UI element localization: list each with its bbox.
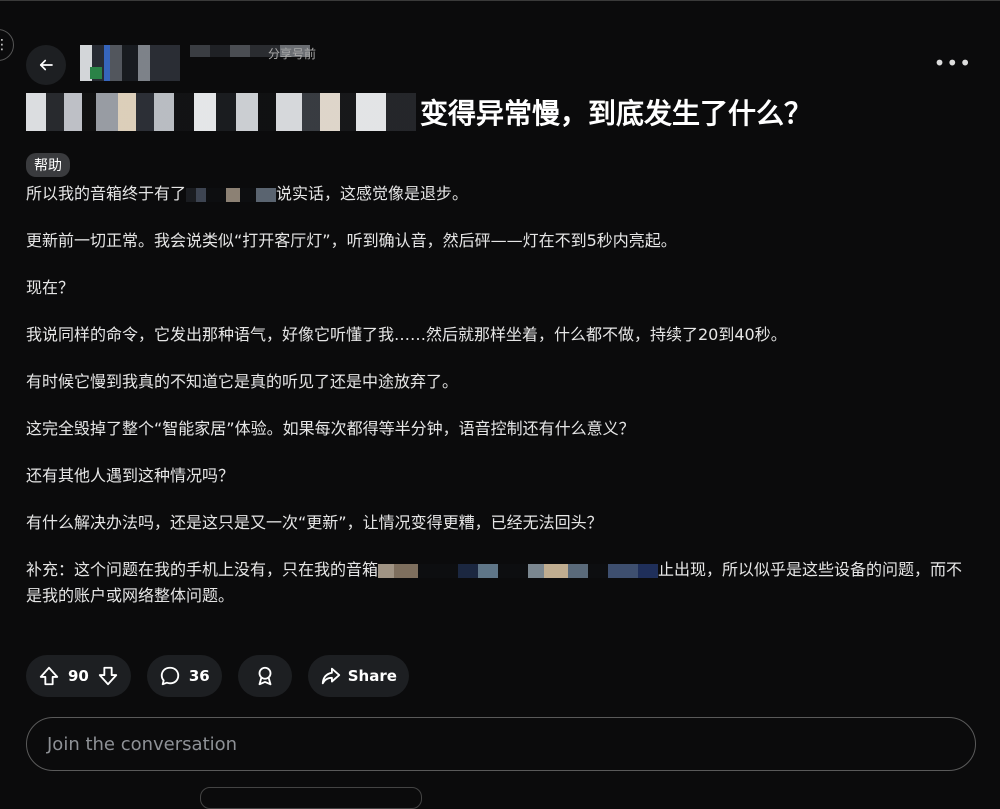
award-icon bbox=[258, 666, 272, 686]
sort-control[interactable] bbox=[200, 787, 422, 809]
post-paragraph: 我说同样的命令，它发出那种语气，好像它听懂了我……然后就那样坐着，什么都不做，持… bbox=[26, 325, 787, 344]
post-actions: 90 36 Share bbox=[26, 655, 409, 697]
post-body: 所以我的音箱终于有了 说实话，这感觉像是退步。 更新前一切正常。我会说类似“打开客… bbox=[26, 181, 976, 630]
post-paragraph: 这完全毁掉了整个“智能家居”体验。如果每次都得等半分钟，语音控制还有什么意义？ bbox=[26, 419, 635, 438]
post-title-row: 变得异常慢，到底发生了什么？ bbox=[26, 89, 812, 135]
comments-button[interactable]: 36 bbox=[146, 655, 222, 697]
post-paragraph: 有时候它慢到我真的不知道它是真的听见了还是中途放弃了。 bbox=[26, 372, 459, 391]
arrow-down-icon[interactable] bbox=[97, 665, 119, 687]
vote-count: 90 bbox=[68, 667, 89, 685]
ellipsis-icon: ••• bbox=[933, 51, 972, 75]
post-paragraph: 有什么解决办法吗，还是这只是又一次“更新”，让情况变得更糟，已经无法回头？ bbox=[26, 513, 603, 532]
title-redacted bbox=[26, 93, 416, 131]
share-arrow-icon bbox=[321, 667, 340, 685]
comment-input-placeholder: Join the conversation bbox=[47, 733, 238, 755]
post-paragraph: 所以我的音箱终于有了 说实话，这感觉像是退步。 bbox=[26, 184, 469, 203]
flair-badge[interactable]: 帮助 bbox=[26, 153, 70, 177]
more-options-button[interactable]: ••• bbox=[934, 51, 972, 75]
award-button[interactable] bbox=[237, 655, 292, 697]
speech-bubble-icon bbox=[160, 666, 180, 686]
share-label: Share bbox=[347, 667, 397, 685]
share-button[interactable]: Share bbox=[307, 655, 409, 697]
side-menu-button[interactable]: ⋮ bbox=[0, 29, 14, 61]
redacted-text bbox=[378, 563, 659, 578]
post-meta: 分享号前 bbox=[268, 47, 317, 61]
arrow-up-icon[interactable] bbox=[38, 665, 60, 687]
post-page: ⋮ 分享号前 ••• 变得异常慢，到底发生了什么？ 帮助 所以我的音箱终于有了说… bbox=[0, 0, 1000, 809]
post-title: 变得异常慢，到底发生了什么？ bbox=[420, 97, 813, 130]
ellipsis-vertical-icon: ⋮ bbox=[0, 37, 9, 53]
avatar[interactable] bbox=[80, 45, 180, 81]
back-button[interactable] bbox=[26, 45, 66, 85]
redacted-text bbox=[186, 187, 277, 202]
comment-input[interactable]: Join the conversation bbox=[26, 717, 976, 771]
arrow-left-icon bbox=[39, 59, 53, 71]
vote-control: 90 bbox=[26, 655, 131, 697]
post-paragraph: 还有其他人遇到这种情况吗？ bbox=[26, 466, 235, 485]
comment-count: 36 bbox=[188, 667, 210, 685]
post-paragraph: 更新前一切正常。我会说类似“打开客厅灯”，听到确认音，然后砰——灯在不到5秒内亮… bbox=[26, 231, 677, 250]
post-paragraph: 现在？ bbox=[26, 278, 75, 297]
post-paragraph: 补充：这个问题在我的手机上没有，只在我的音箱 止出现，所以似乎是这些设备的问题，而… bbox=[26, 560, 963, 605]
